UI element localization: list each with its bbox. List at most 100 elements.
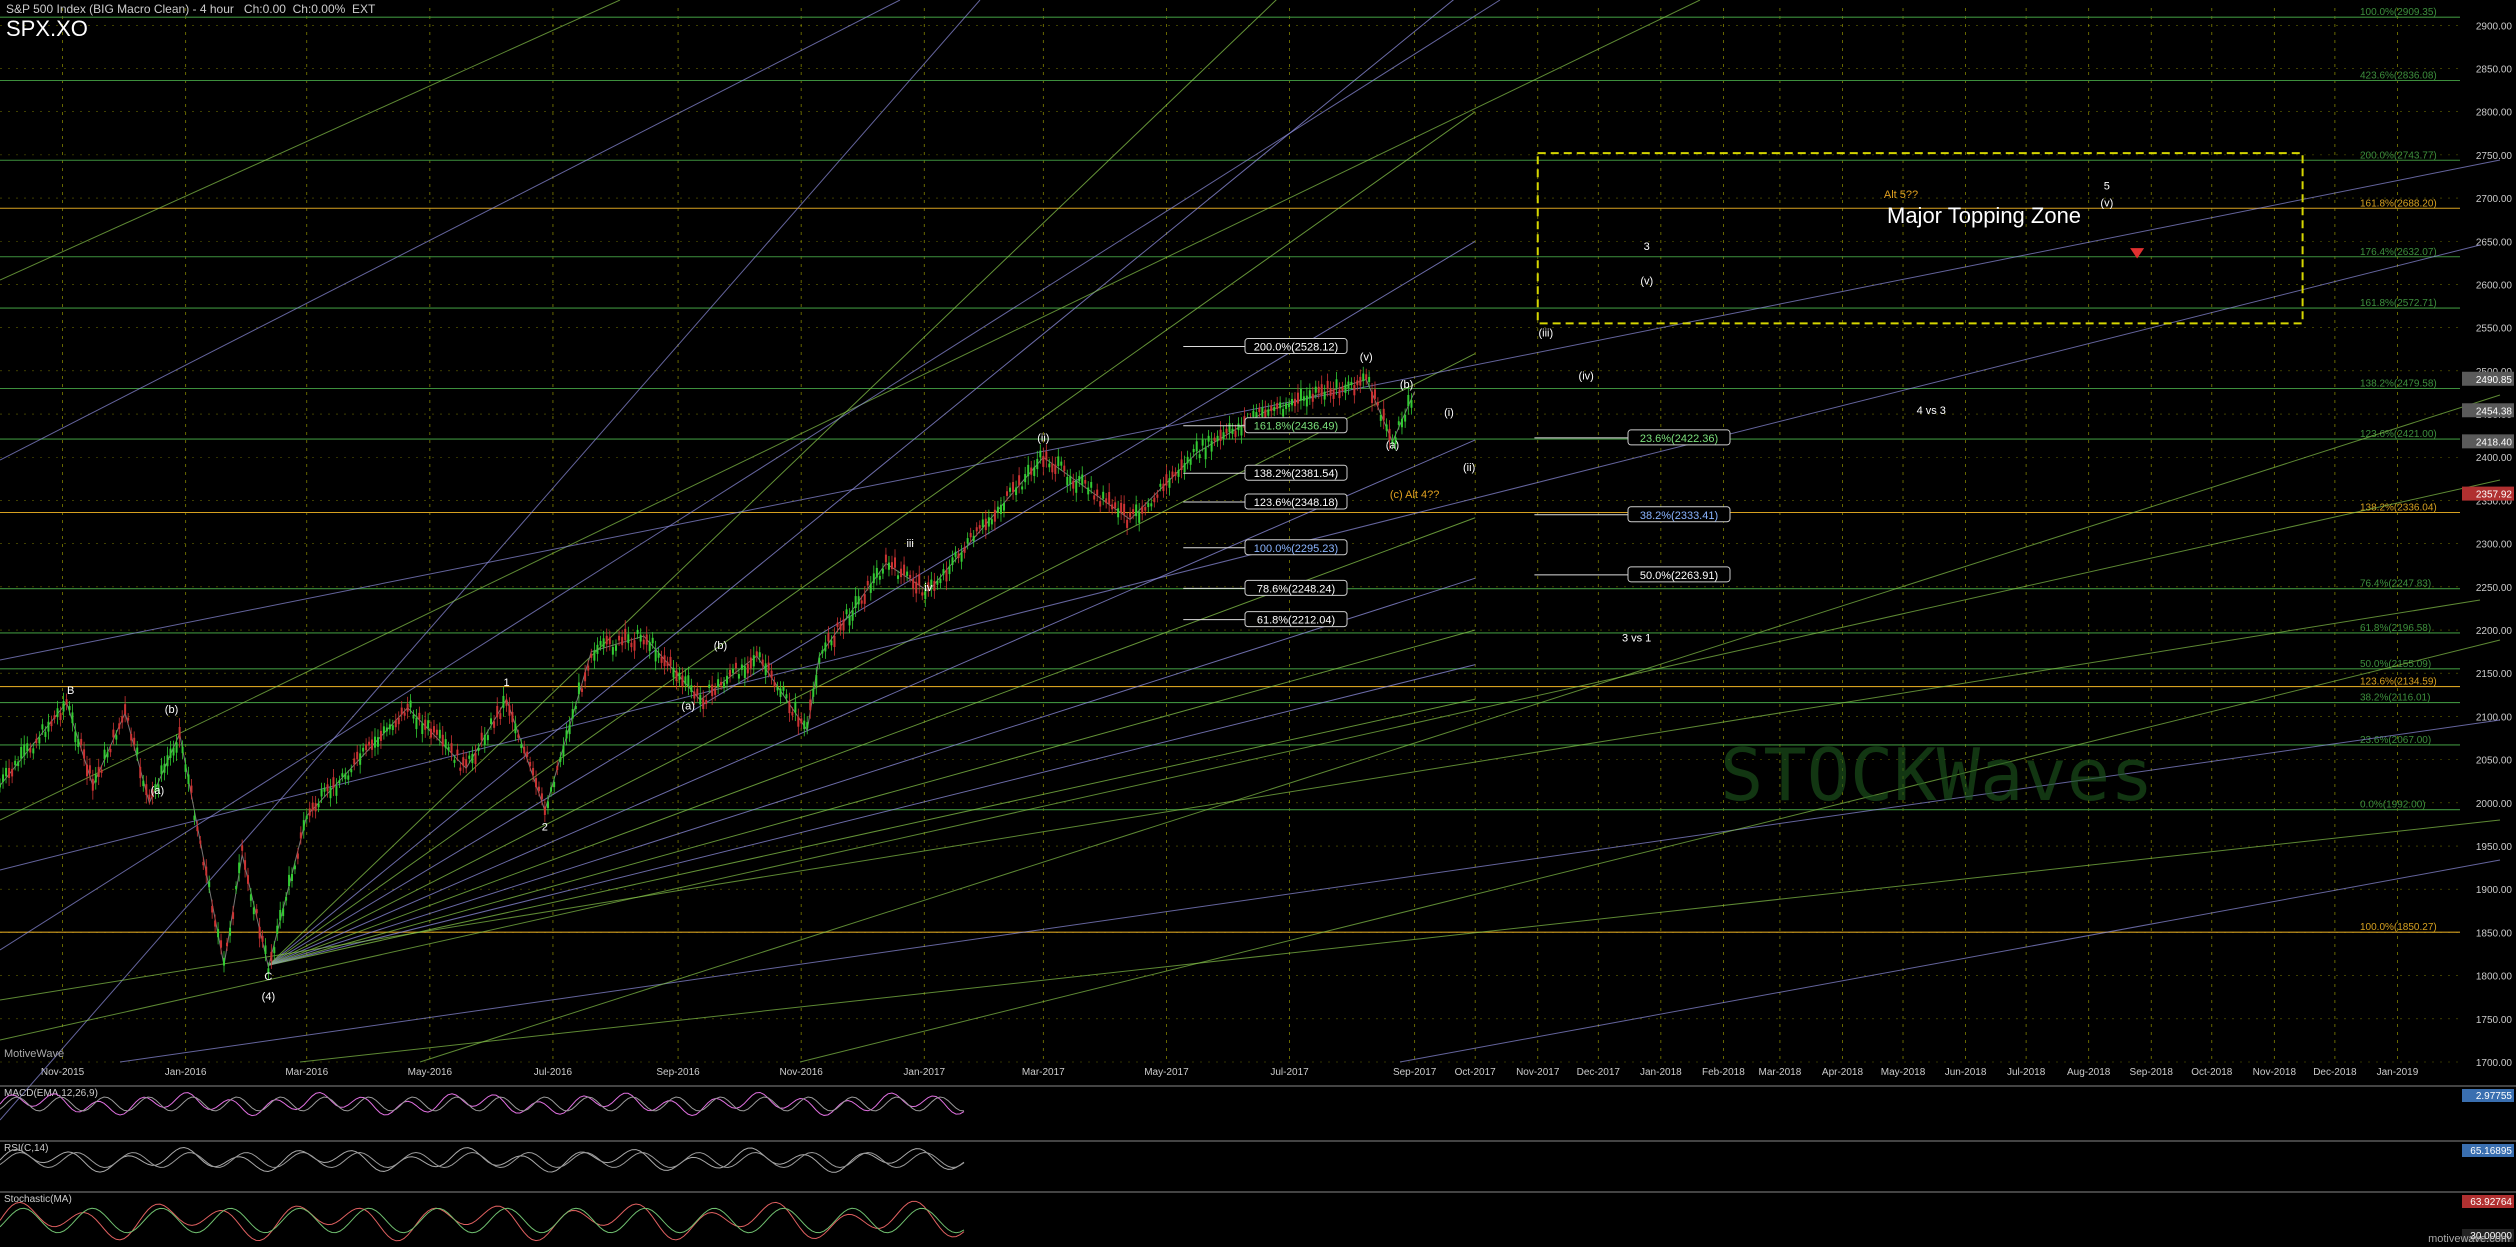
candle-body	[863, 594, 866, 604]
candle-body	[486, 735, 489, 741]
fan-line	[268, 577, 1476, 966]
wave-label: B	[67, 685, 74, 697]
candle-body	[602, 638, 605, 648]
candle-body	[903, 564, 906, 576]
candle-body	[833, 635, 836, 648]
candle-body	[526, 751, 529, 757]
candle-body	[1299, 388, 1302, 401]
x-tick-label: Dec-2017	[1577, 1067, 1621, 1078]
candle-body	[273, 947, 276, 954]
x-tick-label: Feb-2018	[1702, 1067, 1745, 1078]
y-tick-label: 2900.00	[2476, 21, 2513, 32]
x-tick-label: Jun-2018	[1945, 1067, 1987, 1078]
x-tick-label: May-2017	[1144, 1067, 1189, 1078]
candle-body	[821, 650, 824, 654]
candle-body	[1002, 502, 1005, 511]
target-label: 200.0%(2528.12)	[1254, 342, 1338, 354]
candle-body	[749, 657, 752, 669]
fan-line	[268, 111, 1476, 966]
candle-body	[74, 731, 77, 743]
x-tick-label: Jan-2019	[2377, 1067, 2419, 1078]
candle-body	[687, 675, 690, 687]
candle-body	[1024, 474, 1027, 483]
fib-level-label: 176.4%(2632.07)	[2360, 247, 2437, 258]
candle-body	[842, 619, 845, 631]
candle-body	[936, 580, 939, 585]
candle-body	[954, 551, 957, 557]
change-pct: Ch:0.00%	[292, 2, 346, 16]
candle-body	[121, 716, 124, 723]
candle-body	[235, 885, 238, 890]
candle-body	[47, 721, 50, 732]
candle-body	[593, 650, 596, 661]
price-tag-label: 2418.40	[2476, 437, 2513, 448]
candle-body	[169, 748, 172, 758]
candle-body	[320, 789, 323, 797]
candle-body	[550, 787, 553, 792]
candle-body	[246, 875, 249, 884]
candle-body	[951, 557, 954, 565]
candle-body	[184, 764, 187, 772]
candle-body	[1183, 463, 1186, 473]
site-watermark: motivewave.com	[2428, 1233, 2510, 1245]
candle-body	[666, 661, 669, 667]
candle-body	[1359, 376, 1362, 386]
y-tick-label: 2150.00	[2476, 669, 2513, 680]
candle-body	[1156, 494, 1159, 498]
candle-body	[435, 729, 438, 735]
candle-body	[773, 682, 776, 687]
candle-body	[1261, 407, 1264, 417]
candle-body	[723, 682, 726, 688]
candle-body	[702, 698, 705, 709]
indicator-value: 2.97755	[2476, 1091, 2513, 1102]
candle-body	[887, 562, 890, 570]
candle-body	[199, 840, 202, 844]
candle-body	[362, 747, 365, 752]
candle-body	[1021, 486, 1024, 490]
candle-body	[1293, 398, 1296, 407]
candle-body	[633, 640, 636, 651]
candle-body	[1222, 432, 1225, 439]
candle-body	[596, 644, 599, 654]
wave-label: 3 vs 1	[1622, 632, 1651, 644]
target-label: 50.0%(2263.91)	[1640, 570, 1718, 582]
candle-body	[972, 535, 975, 542]
candle-body	[740, 664, 743, 670]
candle-body	[568, 724, 571, 735]
candle-body	[1048, 463, 1051, 468]
candle-body	[845, 609, 848, 615]
wave-label: 3	[1644, 241, 1650, 253]
ext-toggle[interactable]: EXT	[352, 2, 375, 16]
candle-body	[642, 639, 645, 645]
fan-line	[268, 629, 1476, 966]
candle-body	[1347, 381, 1350, 389]
candle-body	[746, 664, 749, 674]
candle-body	[860, 600, 863, 604]
candle-body	[1138, 511, 1141, 523]
wave-label: (a)	[1386, 440, 1399, 452]
candle-body	[645, 634, 648, 645]
fib-level-label: 38.2%(2116.01)	[2360, 693, 2430, 704]
candle-body	[311, 802, 314, 811]
candle-body	[1317, 386, 1320, 393]
candle-body	[409, 700, 412, 708]
candle-body	[987, 517, 990, 527]
candle-body	[1326, 380, 1329, 390]
motivewave-watermark: MotiveWave	[4, 1048, 65, 1060]
candle-body	[505, 699, 508, 706]
candle-body	[574, 705, 577, 710]
target-label: 38.2%(2333.41)	[1640, 510, 1718, 522]
candle-body	[678, 673, 681, 680]
fib-level-label: 423.6%(2836.08)	[2360, 71, 2437, 82]
fib-level-label: 50.0%(2155.09)	[2360, 659, 2431, 670]
candle-body	[1168, 478, 1171, 488]
candle-body	[293, 865, 296, 870]
fib-level-label: 100.0%(1850.27)	[2360, 922, 2437, 933]
candle-body	[468, 755, 471, 759]
candle-body	[32, 748, 35, 754]
change-value: Ch:0.00	[243, 2, 286, 16]
candle-body	[651, 637, 654, 644]
wave-label: 4 vs 3	[1917, 405, 1946, 417]
channel-line	[0, 0, 981, 1121]
candle-body	[906, 571, 909, 576]
